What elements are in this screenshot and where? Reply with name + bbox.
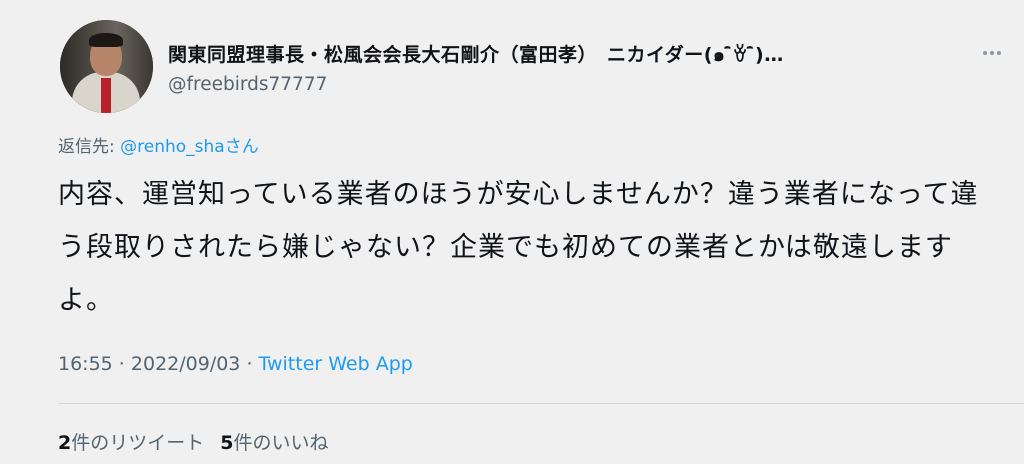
avatar-tie — [101, 78, 111, 113]
dot — [997, 51, 1001, 55]
likes-label: 件のいいね — [233, 432, 329, 454]
replying-to: 返信先: @renho_shaさん — [58, 132, 259, 157]
retweets-label: 件のリツイート — [71, 432, 205, 454]
tweet-source-link[interactable]: Twitter Web App — [259, 353, 413, 375]
author-handle[interactable]: @freebirds77777 — [168, 74, 327, 95]
tweet-metadata: 16:55 · 2022/09/03 · Twitter Web App — [58, 353, 413, 375]
separator: · — [240, 353, 259, 375]
likes-link[interactable]: 5件のいいね — [220, 432, 328, 454]
tweet-date[interactable]: 2022/09/03 — [131, 353, 241, 375]
retweets-link[interactable]: 2件のリツイート — [58, 432, 204, 454]
author-display-name[interactable]: 関東同盟理事長・松風会会長大石剛介（富田孝） ニカイダー(๑ ̄̑ꈊ ̄̑)… — [168, 40, 784, 70]
separator: · — [112, 353, 131, 375]
likes-count: 5 — [220, 432, 234, 454]
avatar[interactable] — [60, 20, 153, 113]
reply-prefix: 返信先: — [58, 137, 121, 157]
divider — [58, 403, 1024, 404]
avatar-hair — [89, 33, 123, 47]
tweet-detail: 関東同盟理事長・松風会会長大石剛介（富田孝） ニカイダー(๑ ̄̑ꈊ ̄̑)… … — [0, 0, 1024, 464]
reply-suffix: さん — [224, 137, 259, 157]
tweet-text: 内容、運営知っている業者のほうが安心しませんか？違う業者になって違う段取りされた… — [58, 179, 979, 316]
reply-mention-link[interactable]: @renho_sha — [120, 137, 225, 157]
more-options-icon[interactable] — [979, 40, 1005, 66]
dot — [983, 51, 987, 55]
retweets-count: 2 — [58, 432, 72, 454]
engagement-stats: 2件のリツイート 5件のいいね — [58, 428, 329, 455]
dot — [990, 51, 994, 55]
tweet-time[interactable]: 16:55 — [58, 353, 113, 375]
